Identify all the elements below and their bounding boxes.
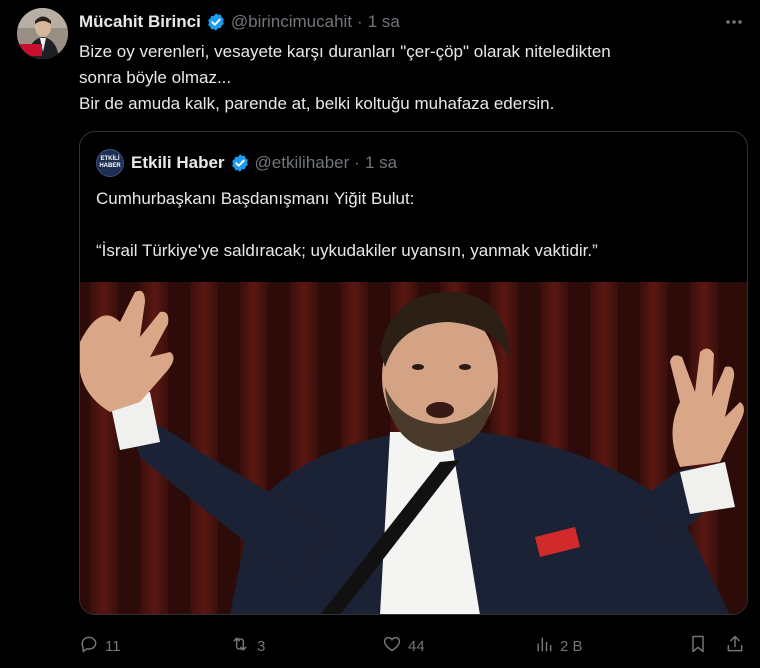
quote-avatar-text: HABER: [99, 163, 121, 169]
repost-button[interactable]: 3: [229, 634, 265, 658]
author-handle[interactable]: @birincimucahit: [231, 12, 352, 32]
quote-time: 1 sa: [364, 153, 398, 172]
quote-avatar: ETKİLİ HABER: [96, 149, 124, 177]
reply-count: 11: [105, 637, 121, 655]
quote-author-name: Etkili Haber: [131, 153, 225, 172]
tweet-text-line: sonra böyle olmaz...: [79, 68, 232, 87]
avatar-photo: [17, 8, 68, 59]
quote-photo[interactable]: [80, 282, 747, 614]
author-name[interactable]: Mücahit Birinci: [79, 12, 201, 32]
quote-avatar-text: ETKİLİ: [100, 156, 120, 162]
tweet-text-line: Bize oy verenleri, vesayete karşı duranl…: [79, 42, 611, 61]
tweet-text: Bize oy verenleri, vesayete karşı duranl…: [79, 39, 739, 117]
quote-author-handle: @etkilihaber: [254, 153, 350, 172]
verified-icon: [230, 153, 250, 173]
tweet-header: Mücahit Birinci @birincimucahit · 1 sa: [79, 9, 745, 35]
quote-text: Cumhurbaşkanı Başdanışmanı Yiğit Bulut: …: [96, 186, 736, 264]
verified-icon: [206, 12, 226, 32]
like-icon: [382, 634, 402, 658]
views-icon: [534, 634, 554, 658]
views-button[interactable]: 2 B: [534, 634, 583, 658]
quote-text-line: “İsrail Türkiye'ye saldıracak; uykudakil…: [96, 241, 598, 260]
reply-icon: [79, 634, 99, 658]
quoted-tweet[interactable]: ETKİLİ HABER Etkili Haber @etkilihaber ·…: [79, 131, 748, 615]
tweet-text-line: Bir de amuda kalk, parende at, belki kol…: [79, 94, 555, 113]
separator-dot: ·: [357, 12, 363, 31]
share-button[interactable]: [725, 634, 745, 658]
more-icon[interactable]: [723, 11, 745, 33]
reply-button[interactable]: 11: [79, 634, 121, 658]
author-avatar[interactable]: [17, 8, 68, 59]
quote-text-line: Cumhurbaşkanı Başdanışmanı Yiğit Bulut:: [96, 189, 415, 208]
like-button[interactable]: 44: [382, 634, 425, 658]
repost-count: 3: [257, 637, 266, 655]
separator-dot: ·: [354, 153, 360, 172]
tweet-time[interactable]: 1 sa: [368, 12, 400, 32]
bookmark-icon: [688, 634, 708, 658]
quote-header: ETKİLİ HABER Etkili Haber @etkilihaber ·…: [96, 148, 397, 178]
tweet[interactable]: Mücahit Birinci @birincimucahit · 1 sa B…: [0, 0, 760, 668]
views-count: 2 B: [560, 637, 583, 655]
share-icon: [725, 634, 745, 658]
repost-icon: [229, 634, 251, 658]
like-count: 44: [408, 637, 425, 655]
bookmark-button[interactable]: [688, 634, 708, 658]
action-bar: 11 3 44 2 B: [79, 630, 748, 660]
